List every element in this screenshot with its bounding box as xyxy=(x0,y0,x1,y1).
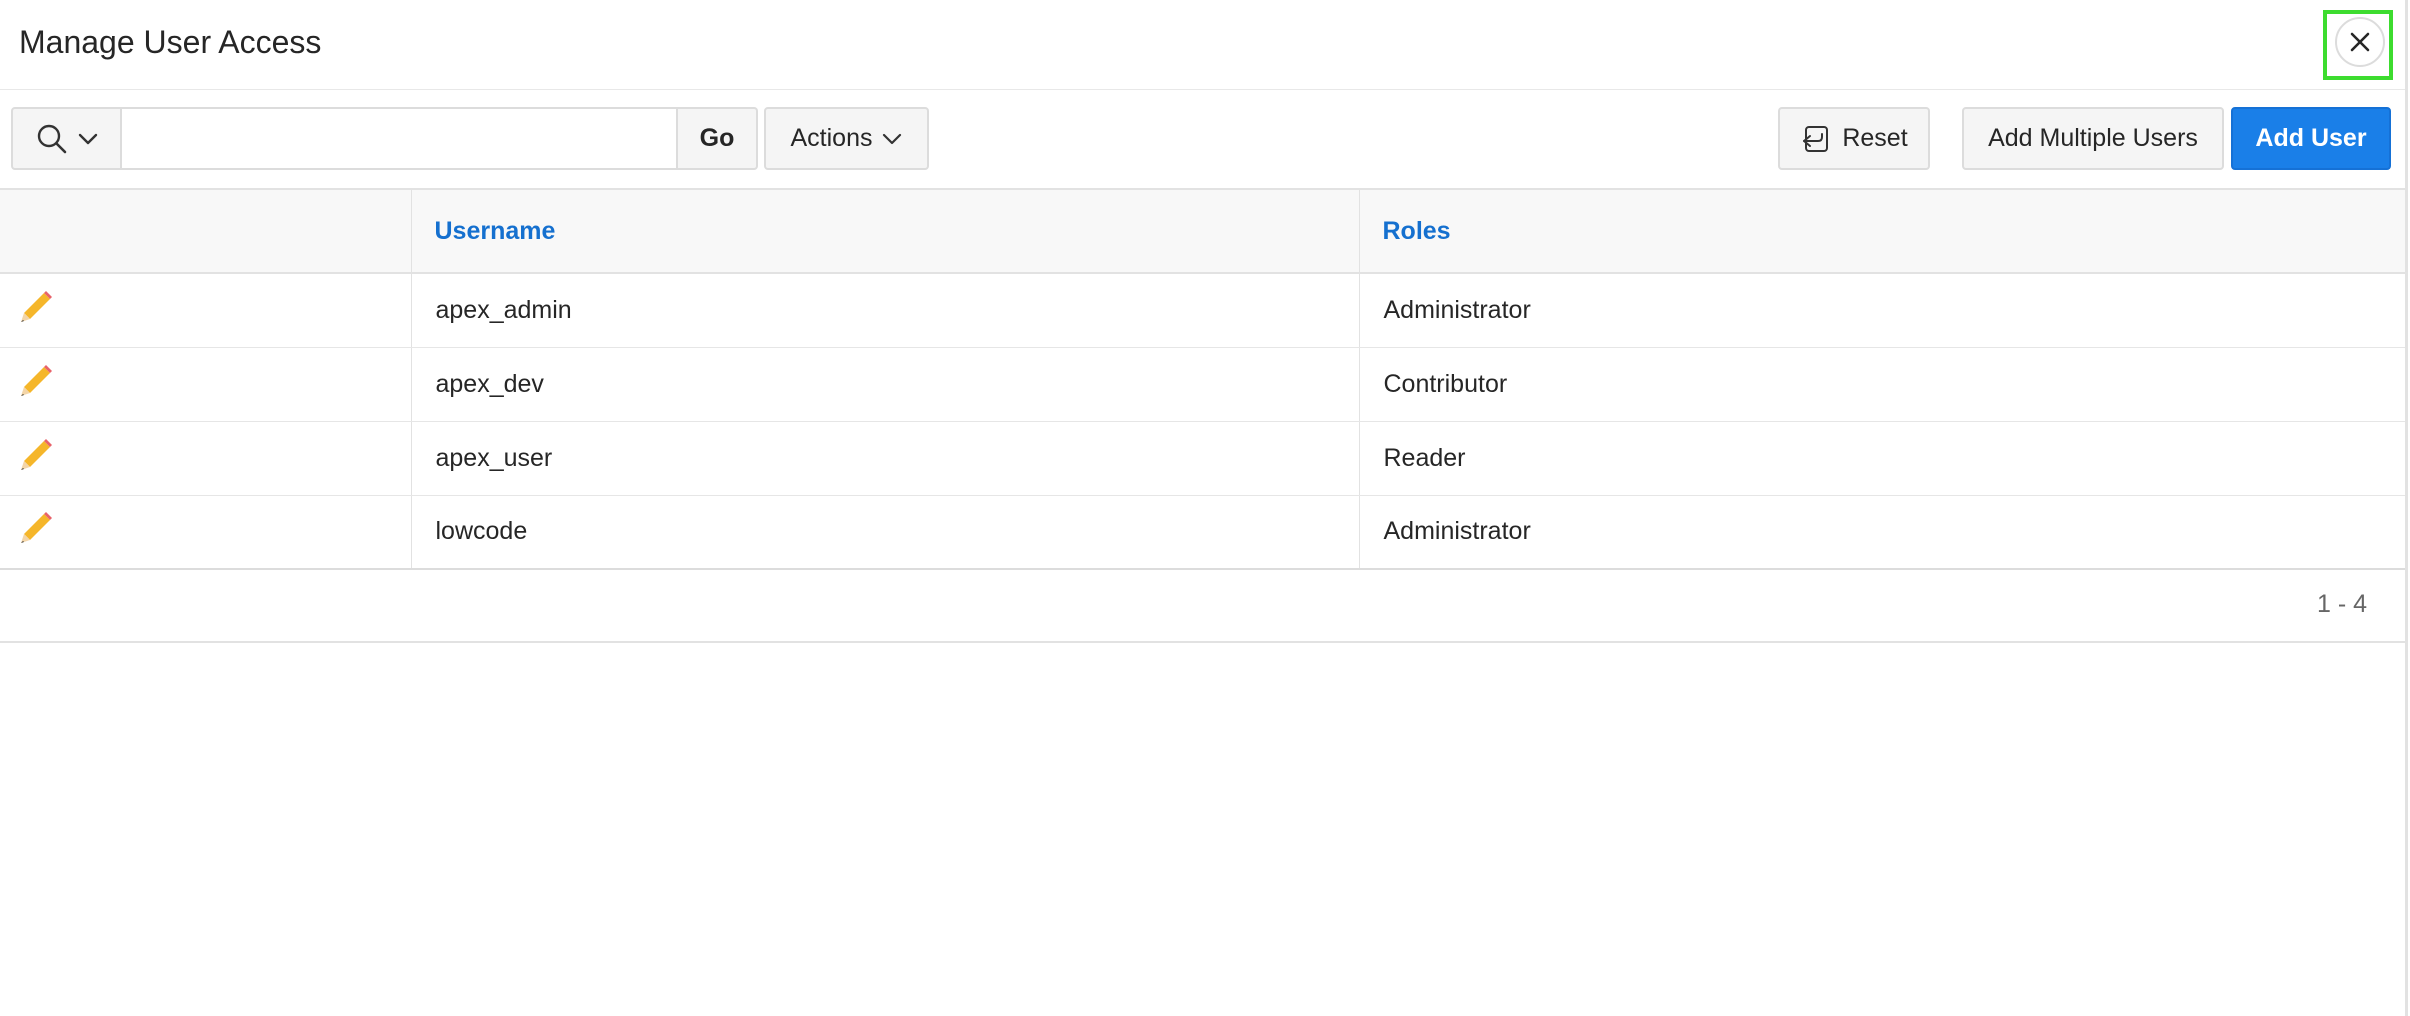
column-header-username[interactable]: Username xyxy=(410,188,1359,274)
actions-label: Actions xyxy=(790,124,873,152)
reset-label: Reset xyxy=(1842,124,1908,152)
edit-row-link[interactable] xyxy=(18,363,54,399)
window-edge xyxy=(2405,0,2408,1016)
pencil-icon xyxy=(21,438,52,470)
edit-cell xyxy=(0,347,411,422)
add-multiple-users-button[interactable]: Add Multiple Users xyxy=(1962,107,2224,170)
table-row: lowcode Administrator xyxy=(0,495,2405,570)
table-row: apex_user Reader xyxy=(0,421,2405,496)
edit-row-link[interactable] xyxy=(18,437,54,473)
edit-row-link[interactable] xyxy=(18,289,54,325)
users-report: Username Roles apex_admin Administrator … xyxy=(0,188,2405,643)
dialog-title: Manage User Access xyxy=(19,24,322,60)
pagination-bar: 1 - 4 xyxy=(0,570,2405,643)
add-user-button[interactable]: Add User xyxy=(2231,107,2391,170)
username-cell: lowcode xyxy=(410,495,1359,570)
actions-menu-button[interactable]: Actions xyxy=(764,107,929,170)
role-cell: Reader xyxy=(1358,421,2405,496)
pagination-range: 1 - 4 xyxy=(2316,590,2367,618)
report-toolbar: Go Actions Reset Add Multiple Users Add … xyxy=(0,90,2405,188)
go-button[interactable]: Go xyxy=(678,107,758,170)
pencil-icon xyxy=(21,290,52,322)
table-row: apex_dev Contributor xyxy=(0,347,2405,422)
search-columns-button[interactable] xyxy=(11,107,122,170)
search-input[interactable] xyxy=(122,107,678,170)
users-table: Username Roles apex_admin Administrator … xyxy=(0,188,2405,570)
search-icon xyxy=(37,124,66,153)
close-button[interactable] xyxy=(2335,17,2385,67)
table-row: apex_admin Administrator xyxy=(0,273,2405,348)
close-icon xyxy=(2350,32,2370,52)
username-cell: apex_admin xyxy=(410,273,1359,348)
edit-cell xyxy=(0,421,411,496)
role-cell: Administrator xyxy=(1358,273,2405,348)
manage-user-access-dialog: Manage User Access Go Actions Reset Add … xyxy=(0,0,2410,1016)
dialog-titlebar: Manage User Access xyxy=(0,0,2405,90)
edit-cell xyxy=(0,495,411,570)
pencil-icon xyxy=(21,512,52,544)
pencil-icon xyxy=(21,364,52,396)
chevron-down-icon xyxy=(78,133,97,144)
reset-button[interactable]: Reset xyxy=(1778,107,1930,170)
column-header-roles[interactable]: Roles xyxy=(1358,188,2405,274)
role-cell: Administrator xyxy=(1358,495,2405,570)
column-header-edit xyxy=(0,188,411,274)
username-cell: apex_dev xyxy=(410,347,1359,422)
role-cell: Contributor xyxy=(1358,347,2405,422)
username-cell: apex_user xyxy=(410,421,1359,496)
table-header-row: Username Roles xyxy=(0,188,2405,274)
reset-icon xyxy=(1803,125,1829,152)
search-group: Go xyxy=(11,107,758,170)
edit-row-link[interactable] xyxy=(18,510,54,546)
edit-cell xyxy=(0,273,411,348)
chevron-down-icon xyxy=(883,133,902,144)
